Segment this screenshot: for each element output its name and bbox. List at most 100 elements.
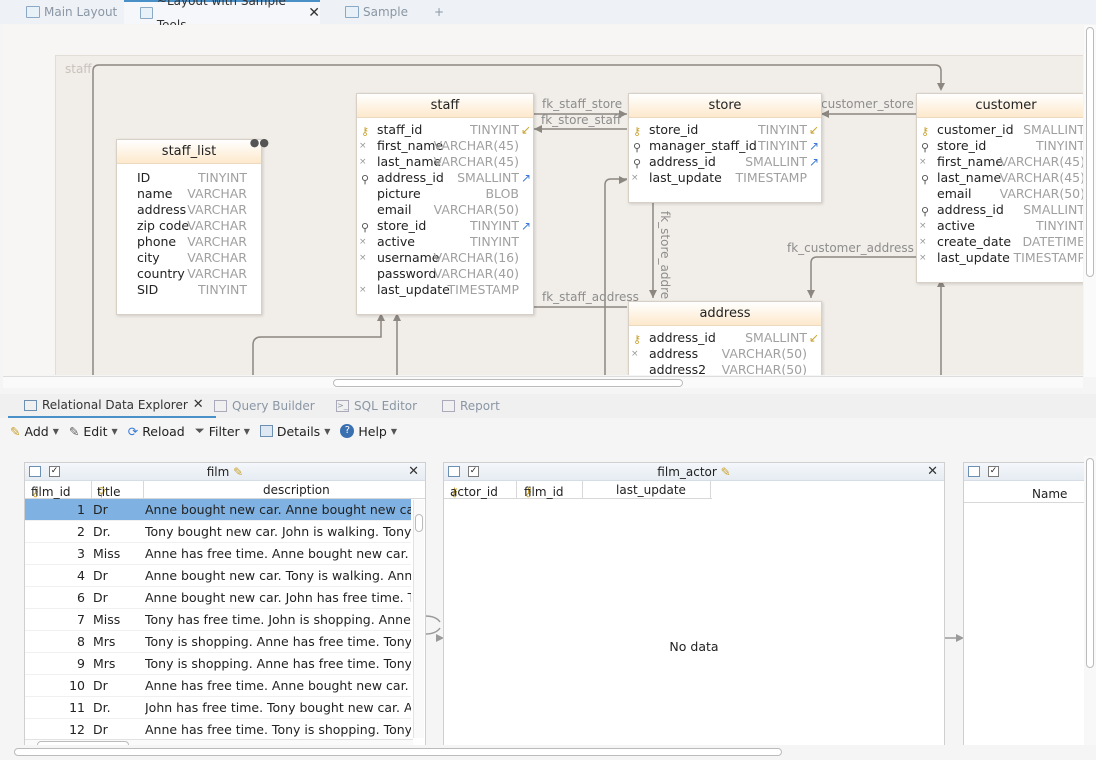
add-tab-button[interactable]: + [434, 0, 444, 24]
entity-row[interactable]: ⚲ store_id TINYINT [917, 138, 1083, 154]
tab-relational-data-explorer[interactable]: Relational Data Explorer ✕ [8, 394, 216, 418]
entity-row[interactable]: SID TINYINT [117, 282, 261, 298]
entity-row[interactable]: ⚲ address_id SMALLINT ↗ [357, 170, 533, 186]
column-header-name[interactable]: Name [1032, 487, 1067, 501]
entity-row[interactable]: country VARCHAR [117, 266, 261, 282]
column-header-row: ⚷ actor_id ⚷ film_id last_update [444, 481, 712, 499]
tab-report[interactable]: Report [442, 394, 500, 418]
grid-icon [968, 466, 980, 477]
entity-row[interactable]: × active TINYINT [917, 218, 1083, 234]
entity-row[interactable]: × create_date DATETIME [917, 234, 1083, 250]
table-row[interactable]: 8 Mrs Tony is shopping. Anne has free time… [25, 631, 411, 653]
entity-row[interactable]: ⚷ store_id TINYINT ↙ [629, 122, 821, 138]
select-all-checkbox[interactable]: ✓ [988, 466, 999, 477]
entity-customer[interactable]: customer ⚷ customer_id SMALLINT ⚲ store_id T… [916, 93, 1083, 283]
entity-row[interactable]: city VARCHAR [117, 250, 261, 266]
canvas-horizontal-scrollbar[interactable] [3, 376, 1083, 388]
close-icon[interactable]: ✕ [193, 393, 204, 417]
column-header-row: Name [964, 485, 1084, 503]
entity-row[interactable]: ⚷ address_id SMALLINT ↙ [629, 330, 821, 346]
panel-film-actor[interactable]: ✓ film_actor ✎ ✕ ⚷ actor_id ⚷ film_id la… [443, 462, 945, 752]
table-row[interactable]: 7 Miss Tony has free time. John is shoppin… [25, 609, 411, 631]
table-row[interactable]: 2 Dr. Tony bought new car. John is walking… [25, 521, 411, 543]
close-icon[interactable]: ✕ [308, 1, 320, 25]
column-header-description[interactable]: description [263, 483, 330, 497]
entity-row[interactable]: name VARCHAR [117, 186, 261, 202]
table-row[interactable]: 6 Dr Anne bought new car. John has free ti… [25, 587, 411, 609]
reference-arrow-icon: ↙ [520, 123, 531, 137]
table-row[interactable]: 11 Dr. John has free time. Tony bought new… [25, 697, 411, 719]
entity-row[interactable]: × first_name VARCHAR(45) [357, 138, 533, 154]
entity-staff[interactable]: staff ⚷ staff_id TINYINT ↙ × first_name VARCH… [356, 93, 534, 315]
reload-button[interactable]: ⟳ Reload [128, 420, 185, 442]
workspace-vertical-scrollbar[interactable] [1084, 456, 1096, 746]
edit-pencil-icon[interactable]: ✎ [721, 465, 731, 479]
scroll-thumb[interactable] [1086, 458, 1094, 668]
entity-row[interactable]: email VARCHAR(50) [917, 186, 1083, 202]
entity-row[interactable]: address VARCHAR [117, 202, 261, 218]
edit-pencil-icon[interactable]: ✎ [233, 465, 243, 479]
help-button[interactable]: ? Help ▼ [340, 420, 397, 442]
scroll-thumb[interactable] [415, 514, 423, 532]
panel-partial[interactable]: ✓ Name [963, 462, 1085, 752]
close-icon[interactable]: ✕ [927, 463, 938, 481]
entity-row[interactable]: × last_update TIMESTAMP [357, 282, 533, 298]
tab-query-builder[interactable]: Query Builder [214, 394, 315, 418]
entity-row[interactable]: × address VARCHAR(50) [629, 346, 821, 362]
entity-title: address [629, 302, 821, 326]
entity-row[interactable]: × last_name VARCHAR(45) [357, 154, 533, 170]
entity-row[interactable]: ⚷ staff_id TINYINT ↙ [357, 122, 533, 138]
scroll-thumb[interactable] [333, 379, 683, 387]
relation-label-customer-store: customer_store [821, 97, 914, 111]
film-vertical-scrollbar[interactable] [413, 500, 424, 738]
table-row[interactable]: 1 Dr Anne bought new car. Anne bought new … [25, 499, 411, 521]
tab-sql-editor[interactable]: >_ SQL Editor [336, 394, 417, 418]
scroll-thumb[interactable] [14, 748, 782, 756]
entity-row[interactable]: password VARCHAR(40) [357, 266, 533, 282]
column-header-last-update[interactable]: last_update [616, 483, 686, 497]
details-button[interactable]: Details ▼ [259, 420, 330, 442]
arrow-head [807, 290, 815, 298]
table-row[interactable]: 9 Mrs Tony is shopping. Anne has free time… [25, 653, 411, 675]
entity-row[interactable]: ID TINYINT [117, 170, 261, 186]
entity-row[interactable]: ⚲ address_id SMALLINT [917, 202, 1083, 218]
reload-icon: ⟳ [127, 423, 139, 439]
entity-row[interactable]: zip code VARCHAR [117, 218, 261, 234]
entity-row[interactable]: ⚲ address_id SMALLINT ↗ [629, 154, 821, 170]
entity-row[interactable]: × last_update TIMESTAMP [629, 170, 821, 186]
entity-row[interactable]: ⚷ customer_id SMALLINT [917, 122, 1083, 138]
table-row[interactable]: 10 Dr Anne has free time. Anne bought new … [25, 675, 411, 697]
entity-row[interactable]: phone VARCHAR [117, 234, 261, 250]
close-icon[interactable]: ✕ [408, 463, 419, 481]
entity-row[interactable]: address2 VARCHAR(50) [629, 362, 821, 375]
film-rows: 1 Dr Anne bought new car. Anne bought new … [25, 499, 425, 739]
tab-sample[interactable]: Sample [345, 0, 408, 24]
tab-layout-with-sample-tools[interactable]: ~Layout with Sample Tools ✕ [124, 0, 320, 32]
workspace-horizontal-scrollbar[interactable] [0, 745, 1096, 760]
entity-row[interactable]: × username VARCHAR(16) [357, 250, 533, 266]
binoculars-icon[interactable]: ●● [250, 136, 269, 149]
filter-button[interactable]: ⏷ Filter ▼ [195, 420, 250, 442]
table-row[interactable]: 3 Miss Anne has free time. Anne bought new… [25, 543, 411, 565]
diagram-canvas[interactable]: staff fk_staff_store fk_store_staff cust… [3, 25, 1083, 375]
tab-main-layout[interactable]: Main Layout [26, 0, 117, 24]
entity-row[interactable]: picture BLOB [357, 186, 533, 202]
panel-film[interactable]: ✓ film ✎ ✕ ⚷ film_id ⚲ title description… [24, 462, 426, 752]
canvas-vertical-scrollbar[interactable] [1084, 25, 1096, 377]
entity-row[interactable]: × last_update TIMESTAMP [917, 250, 1083, 266]
scroll-thumb[interactable] [1086, 27, 1094, 277]
entity-row[interactable]: × first_name VARCHAR(45) [917, 154, 1083, 170]
entity-row[interactable]: email VARCHAR(50) [357, 202, 533, 218]
entity-store[interactable]: store ⚷ store_id TINYINT ↙ ⚲ manager_staff_i… [628, 93, 822, 203]
entity-staff-list[interactable]: staff_list ●● ID TINYINT name VARCHAR addr… [116, 136, 269, 315]
explorer-workspace: ✓ film ✎ ✕ ⚷ film_id ⚲ title description… [0, 456, 1096, 760]
edit-button[interactable]: ✎ Edit ▼ [69, 420, 118, 442]
entity-row[interactable]: ⚲ last_name VARCHAR(45) [917, 170, 1083, 186]
table-row[interactable]: 4 Dr Anne bought new car. Tony is walking.… [25, 565, 411, 587]
entity-address[interactable]: address ⚷ address_id SMALLINT ↙ × address VAR… [628, 301, 822, 375]
entity-row[interactable]: ⚲ store_id TINYINT ↗ [357, 218, 533, 234]
table-row[interactable]: 12 Dr Anne has free time. Tony is shopping… [25, 719, 411, 739]
entity-row[interactable]: ⚲ manager_staff_id TINYINT ↗ [629, 138, 821, 154]
entity-row[interactable]: × active TINYINT [357, 234, 533, 250]
add-button[interactable]: ✎ Add ▼ [10, 420, 59, 442]
